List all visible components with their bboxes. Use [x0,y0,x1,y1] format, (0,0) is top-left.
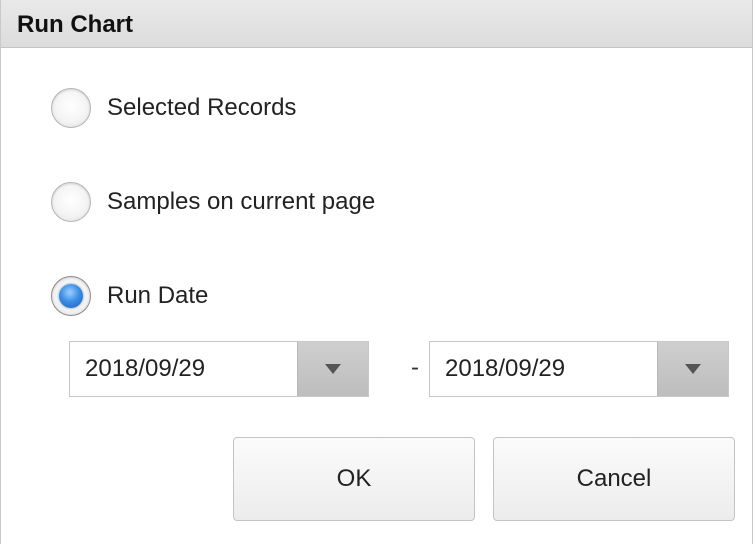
option-samples-on-current-page[interactable]: Samples on current page [51,180,375,224]
dialog-title: Run Chart [17,11,133,38]
dialog-titlebar[interactable]: Run Chart [1,0,752,48]
option-run-date[interactable]: Run Date [51,274,208,318]
date-range-separator: - [411,354,419,381]
radio-checked-dot [59,284,83,308]
chevron-down-icon [325,364,341,374]
option-label-samples-on-current-page: Samples on current page [107,188,376,215]
date-to-value: 2018/09/29 [445,355,566,382]
radio-selected-records[interactable] [51,88,91,128]
option-label-run-date: Run Date [107,282,209,309]
chevron-down-icon [685,364,701,374]
cancel-button[interactable]: Cancel [493,437,735,521]
date-from-value: 2018/09/29 [85,355,206,382]
date-to-dropdown[interactable]: 2018/09/29 [429,341,729,397]
date-from-dropdown[interactable]: 2018/09/29 [69,341,369,397]
option-label-selected-records: Selected Records [107,94,297,121]
radio-samples-on-current-page[interactable] [51,182,91,222]
date-from-dropdown-button[interactable] [297,342,368,396]
ok-button[interactable]: OK [233,437,475,521]
radio-run-date[interactable] [51,276,91,316]
date-to-dropdown-button[interactable] [657,342,728,396]
run-chart-dialog: Run Chart Selected Records Samples on cu… [0,0,753,544]
option-selected-records[interactable]: Selected Records [51,86,296,130]
